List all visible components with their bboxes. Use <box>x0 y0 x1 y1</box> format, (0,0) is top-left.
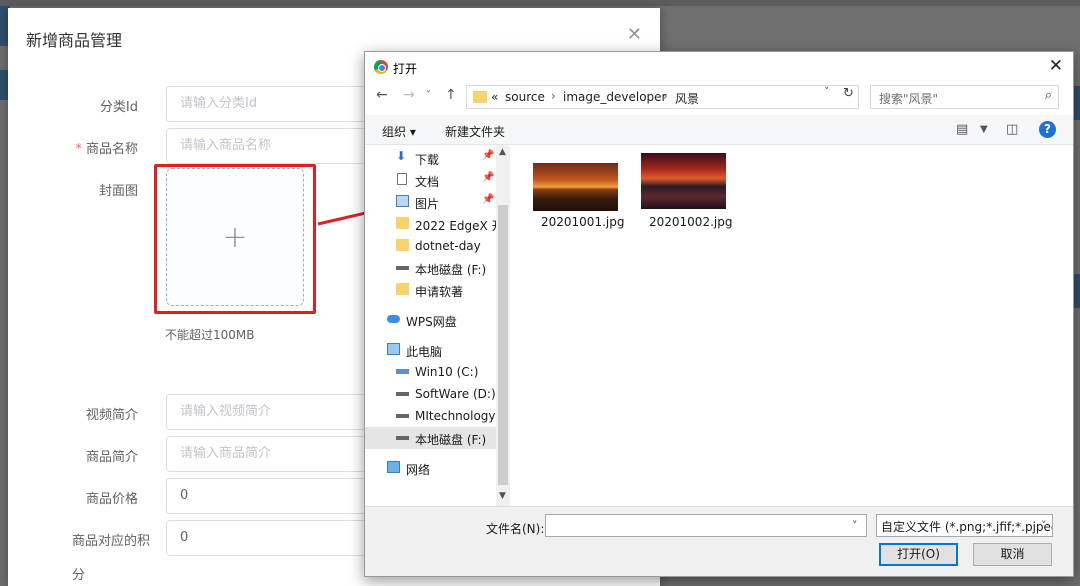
chevron-up-icon[interactable]: ▲ <box>499 147 506 157</box>
form-label-price: 商品价格 <box>85 492 138 507</box>
computer-icon <box>387 343 400 355</box>
breadcrumb-overflow[interactable]: « <box>491 90 498 104</box>
pin-icon[interactable]: 📌 <box>482 172 494 183</box>
search-input[interactable]: 搜索"风景" <box>879 90 938 107</box>
chevron-right-icon: › <box>663 89 668 103</box>
nav-item-drive[interactable]: 本地磁盘 (F:) <box>365 257 496 279</box>
chevron-down-icon[interactable]: ˅ <box>1041 519 1047 532</box>
nav-item-downloads[interactable]: ⬇ 下载 📌 <box>365 147 496 169</box>
nav-item-pictures[interactable]: 图片 📌 <box>365 191 496 213</box>
address-bar[interactable]: « source › image_developer › 风景 <box>466 85 859 109</box>
network-icon <box>387 461 400 473</box>
refresh-icon[interactable]: ↻ <box>843 86 854 101</box>
form-label-points-cont: 分 <box>72 568 86 583</box>
download-arrow-icon: ⬇ <box>396 149 407 163</box>
close-icon[interactable]: ✕ <box>1049 56 1063 76</box>
form-label-video-intro: 视频简介 <box>85 408 138 423</box>
annotation-highlight-box <box>154 164 316 314</box>
open-button[interactable]: 打开(O) <box>879 543 958 566</box>
chevron-right-icon: › <box>551 89 556 103</box>
nav-item-drive-d[interactable]: SoftWare (D:) <box>365 383 496 405</box>
nav-scrollbar[interactable]: ▲ ▼ <box>496 145 510 506</box>
chevron-down-icon[interactable]: ˅ <box>824 85 830 98</box>
cloud-icon <box>387 315 400 323</box>
form-label-product-intro: 商品简介 <box>85 450 138 465</box>
file-dialog-titlebar: 打开 ✕ <box>365 52 1073 82</box>
breadcrumb-source[interactable]: source <box>505 90 545 104</box>
nav-item-drive-e[interactable]: MItechnology ( <box>365 405 496 427</box>
file-open-dialog: 打开 ✕ ← → ˅ ↑ « source › image_developer … <box>364 51 1074 577</box>
preview-pane-icon[interactable]: ◫ <box>1006 122 1018 137</box>
back-arrow-icon[interactable]: ← <box>376 87 388 103</box>
required-mark: * <box>75 142 82 157</box>
breadcrumb-scenery[interactable]: 风景 <box>675 90 699 107</box>
file-dialog-footer: 文件名(N): ˅ 自定义文件 (*.png;*.jfif;*.pjpeg ˅ … <box>365 506 1073 576</box>
nav-item-drive-f[interactable]: 本地磁盘 (F:) <box>365 427 496 449</box>
organize-menu[interactable]: 组织 ▾ <box>382 123 416 140</box>
folder-icon <box>396 217 409 229</box>
search-box[interactable]: 搜索"风景" ⌕ <box>870 85 1059 109</box>
nav-item-folder[interactable]: 申请软著 <box>365 279 496 301</box>
pin-icon[interactable]: 📌 <box>482 194 494 205</box>
file-name-label[interactable]: 20201001.jpg <box>541 215 624 229</box>
view-options-icon[interactable]: ▤ <box>956 122 968 137</box>
chrome-icon <box>374 60 388 74</box>
drive-icon <box>396 414 409 418</box>
nav-item-folder[interactable]: 2022 EdgeX 开 <box>365 213 496 235</box>
search-icon[interactable]: ⌕ <box>1045 88 1052 103</box>
cancel-button[interactable]: 取消 <box>973 543 1052 566</box>
close-icon[interactable]: ✕ <box>627 24 642 45</box>
drive-icon <box>396 266 409 270</box>
help-icon[interactable]: ? <box>1039 121 1056 138</box>
image-thumbnail[interactable] <box>641 153 726 209</box>
filename-input[interactable] <box>545 514 867 537</box>
form-label-cover-image: 封面图 <box>98 184 138 199</box>
nav-item-wps-cloud[interactable]: WPS网盘 <box>365 309 496 331</box>
folder-icon <box>473 91 487 103</box>
file-dialog-title: 打开 <box>393 62 418 76</box>
file-list-pane: 20201001.jpg 20201002.jpg <box>511 145 1073 506</box>
folder-icon <box>396 283 409 295</box>
dialog-title: 新增商品管理 <box>26 31 123 50</box>
form-label-product-name: * 商品名称 <box>75 142 138 157</box>
up-arrow-icon[interactable]: ↑ <box>445 87 457 103</box>
windows-drive-icon <box>396 369 409 374</box>
recent-dropdown-icon[interactable]: ˅ <box>426 90 431 101</box>
nav-item-drive-c[interactable]: Win10 (C:) <box>365 361 496 383</box>
nav-item-this-pc[interactable]: 此电脑 <box>365 339 496 361</box>
filename-label: 文件名(N): <box>486 522 545 536</box>
image-thumbnail[interactable] <box>533 163 618 211</box>
nav-item-folder[interactable]: dotnet-day <box>365 235 496 257</box>
picture-icon <box>396 195 409 207</box>
folder-icon <box>396 239 409 251</box>
document-icon <box>397 173 407 185</box>
drive-icon <box>396 392 409 396</box>
pin-icon[interactable]: 📌 <box>482 150 494 161</box>
form-label-points: 商品对应的积 <box>72 534 151 549</box>
new-folder-button[interactable]: 新建文件夹 <box>445 123 505 140</box>
chevron-down-icon[interactable]: ˅ <box>852 519 858 532</box>
file-dialog-toolbar: 组织 ▾ 新建文件夹 ▤ ▼ ◫ ? <box>365 115 1073 145</box>
drive-icon <box>396 436 409 440</box>
scrollbar-thumb[interactable] <box>498 205 508 485</box>
nav-item-documents[interactable]: 文档 📌 <box>365 169 496 191</box>
forward-arrow-icon[interactable]: → <box>403 87 415 103</box>
breadcrumb-image-developer[interactable]: image_developer <box>563 90 666 104</box>
file-name-label[interactable]: 20201002.jpg <box>649 215 732 229</box>
form-label-category-id: 分类Id <box>99 100 138 115</box>
file-type-select[interactable]: 自定义文件 (*.png;*.jfif;*.pjpeg <box>876 514 1053 537</box>
upload-size-tip: 不能超过100MB <box>165 328 255 342</box>
chevron-down-icon[interactable]: ▼ <box>499 491 506 501</box>
nav-item-network[interactable]: 网络 <box>365 457 496 479</box>
background-top-bar <box>0 0 1080 6</box>
navigation-pane: ⬇ 下载 📌 文档 📌 图片 📌 2022 EdgeX 开 dotnet-day… <box>365 145 511 506</box>
chevron-down-icon[interactable]: ▼ <box>980 124 988 135</box>
